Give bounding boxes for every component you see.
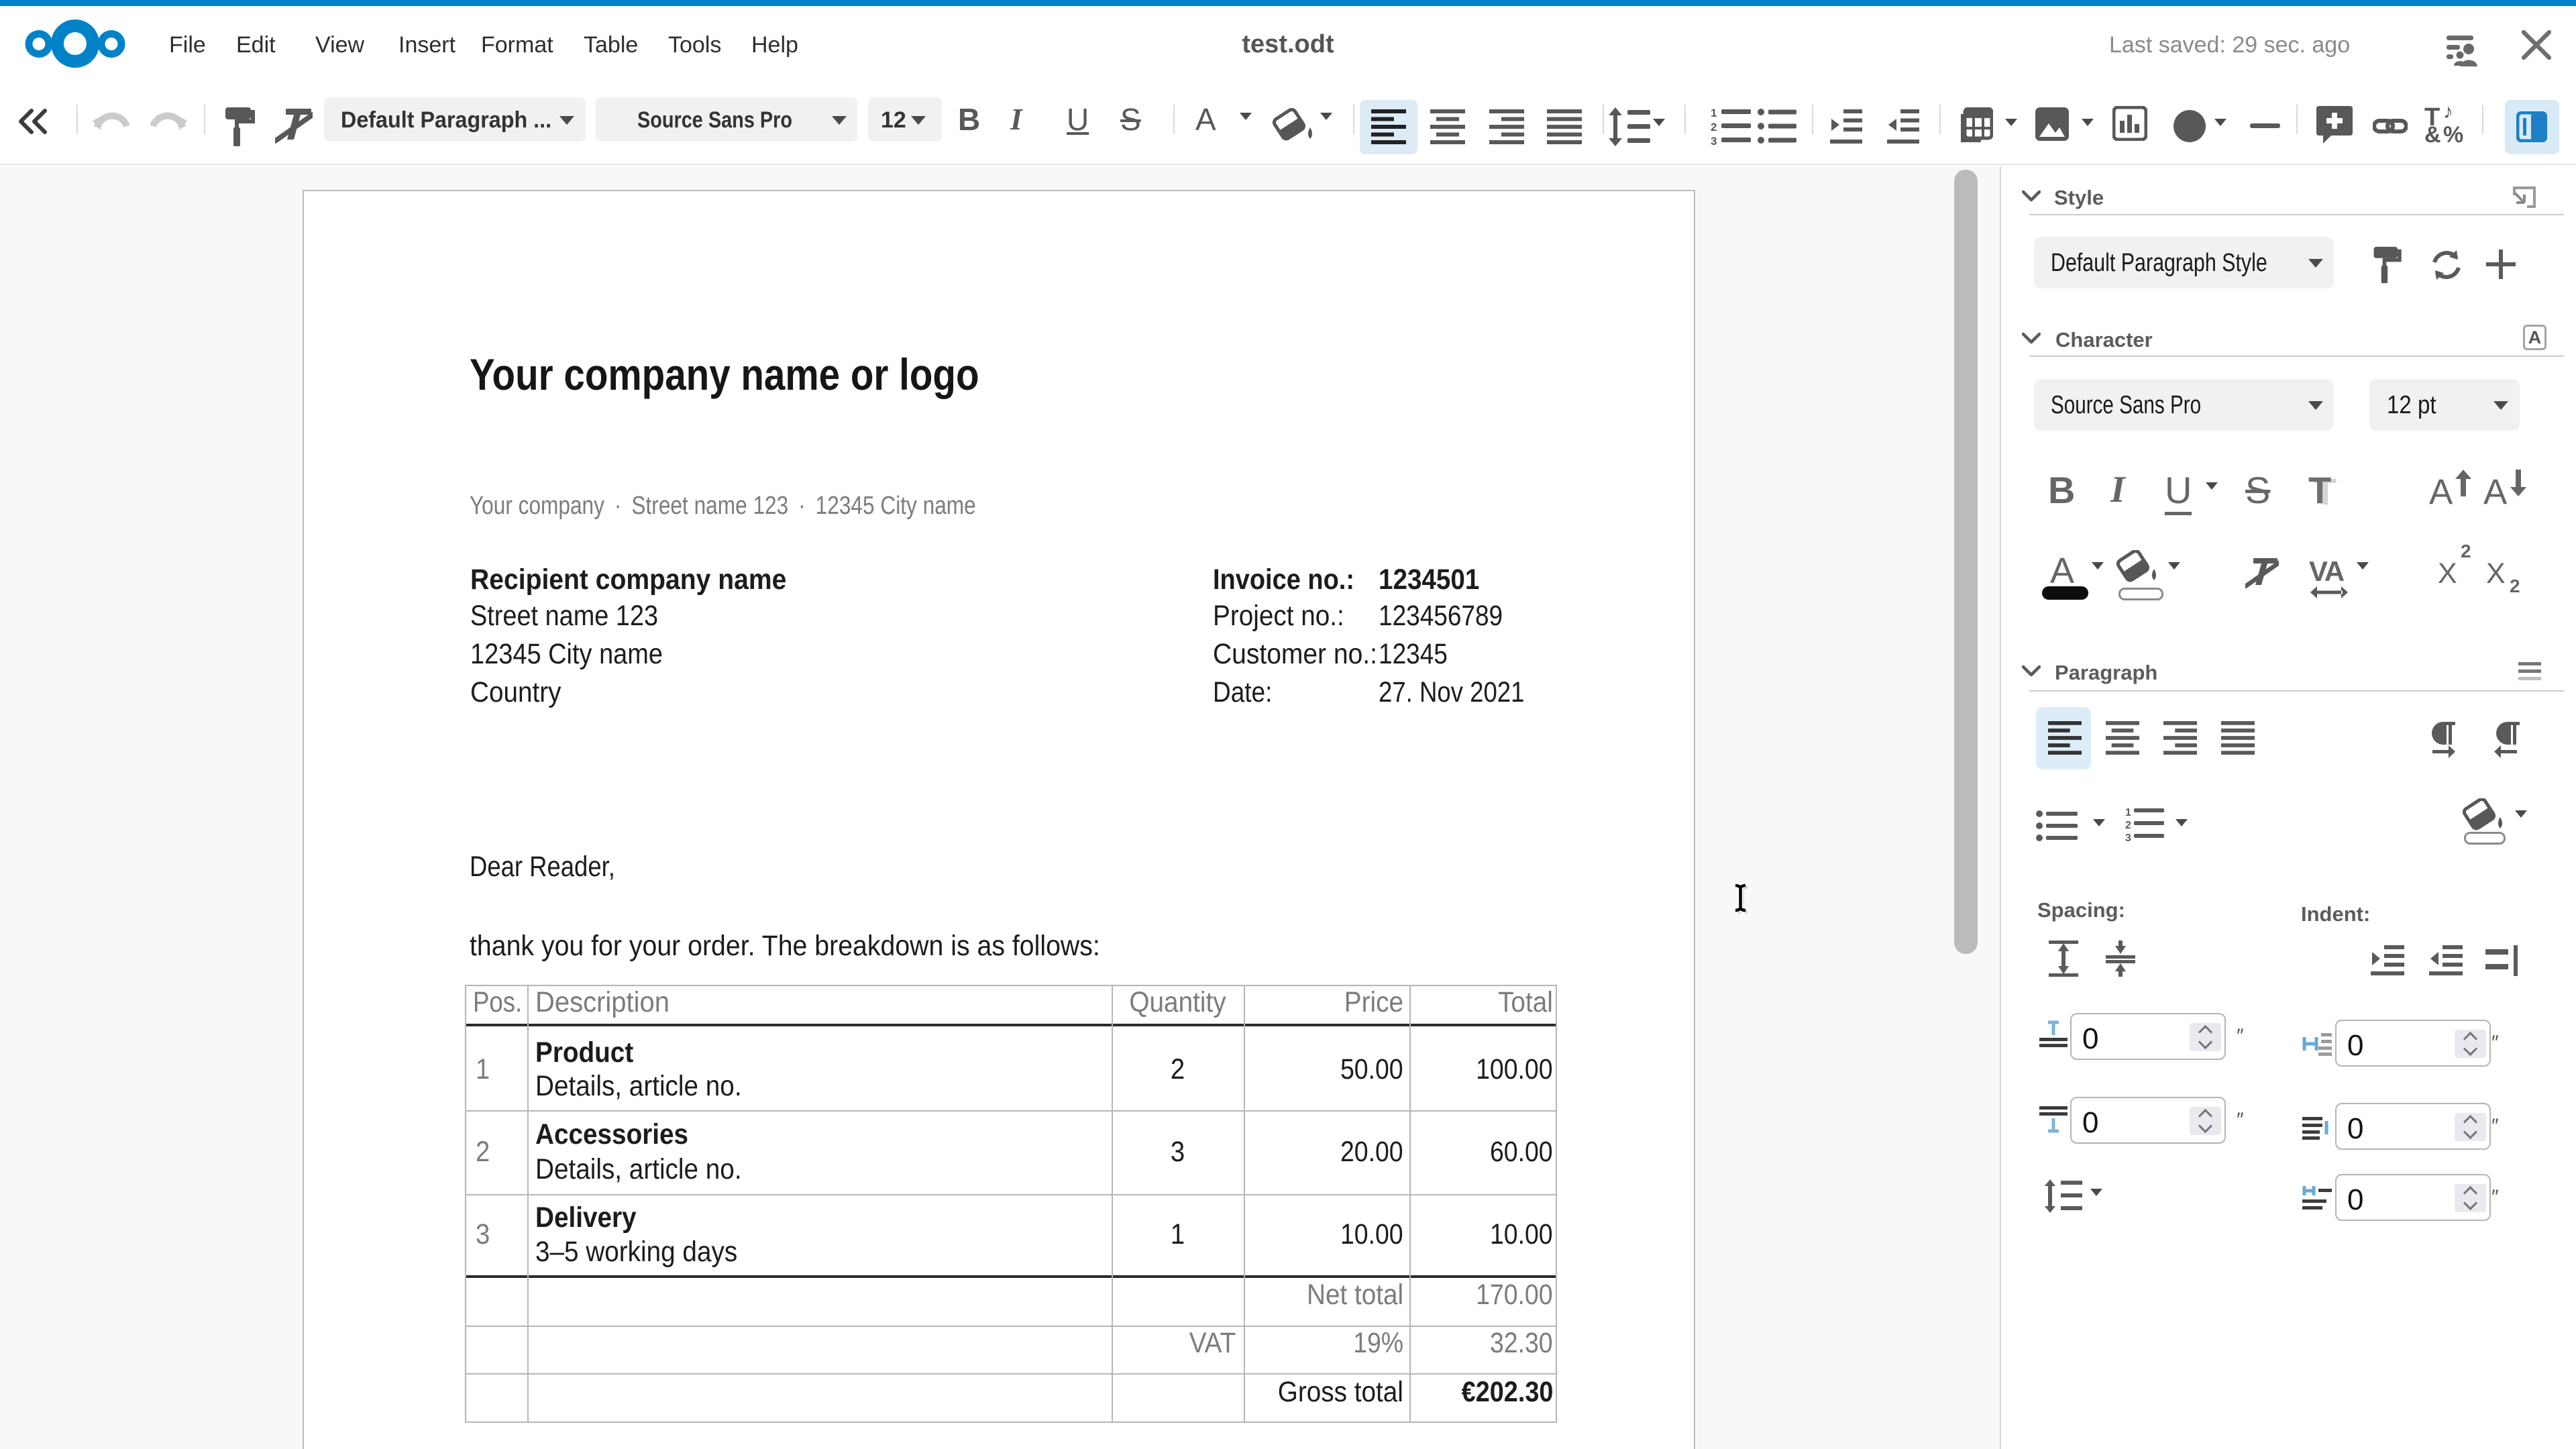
svg-text:3: 3	[1711, 135, 1717, 146]
svg-text:2: 2	[1711, 121, 1717, 133]
svg-text:3: 3	[2125, 833, 2131, 843]
svg-text:2: 2	[2125, 820, 2131, 831]
svg-text:1: 1	[2125, 807, 2131, 818]
svg-text:1: 1	[1711, 107, 1717, 119]
